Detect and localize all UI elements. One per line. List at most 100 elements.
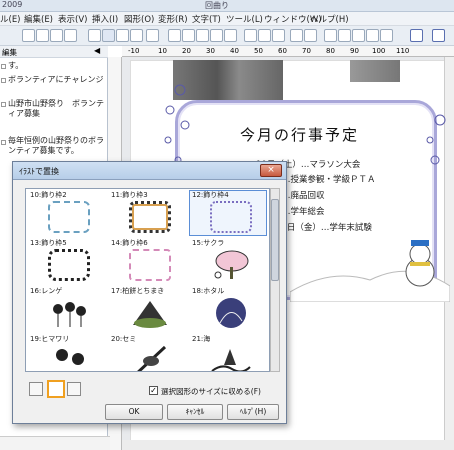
event-line[interactable]: 26日（金）…学年末試験 bbox=[276, 221, 372, 233]
illustration-item[interactable]: 19:ヒマワリ bbox=[28, 333, 106, 371]
illustration-item[interactable]: 14:飾り枠6 bbox=[109, 237, 187, 285]
dialog-title-bar[interactable]: ｲﾗｽﾄで置換 × bbox=[13, 162, 286, 180]
cut-icon[interactable] bbox=[244, 29, 257, 42]
undo-icon[interactable] bbox=[290, 29, 303, 42]
illustration-item[interactable]: 21:海 bbox=[190, 333, 268, 371]
print-icon[interactable] bbox=[210, 29, 223, 42]
bullet-icon bbox=[1, 78, 6, 83]
toolbar-button-8[interactable] bbox=[130, 29, 143, 42]
outline-item[interactable]: す。 bbox=[8, 61, 104, 71]
item-label: 20:セミ bbox=[111, 335, 137, 343]
item-label: 19:ヒマワリ bbox=[30, 335, 70, 343]
pointer-tool-icon[interactable] bbox=[432, 29, 445, 42]
item-label: 13:飾り枠5 bbox=[30, 239, 67, 247]
toolbar-button-2[interactable] bbox=[36, 29, 49, 42]
menu-file[interactable]: ル(E) bbox=[0, 13, 21, 25]
ruler-tick: 60 bbox=[278, 47, 287, 55]
frame-thumbnail bbox=[129, 201, 171, 233]
illustration-item[interactable]: 11:飾り枠3 bbox=[109, 189, 187, 237]
item-label: 16:レンゲ bbox=[30, 287, 63, 295]
scrollbar-thumb[interactable] bbox=[271, 199, 279, 281]
menu-transform[interactable]: 変形(R) bbox=[158, 13, 188, 25]
illustration-item[interactable]: 13:飾り枠5 bbox=[28, 237, 106, 285]
fit-size-checkbox[interactable]: ✓ bbox=[149, 386, 158, 395]
horizontal-scrollbar[interactable] bbox=[122, 440, 454, 450]
redo-icon[interactable] bbox=[304, 29, 317, 42]
kashiwamochi-thumbnail bbox=[133, 301, 167, 328]
toolbar-button-1[interactable] bbox=[22, 29, 35, 42]
item-label: 12:飾り枠4 bbox=[192, 191, 229, 199]
table-icon[interactable] bbox=[324, 29, 337, 42]
document-title: 回曲り bbox=[205, 1, 229, 10]
item-label: 17:柏餅とちまき bbox=[111, 287, 165, 295]
menu-help[interactable]: ヘルプ(H) bbox=[310, 13, 349, 25]
cancel-button[interactable]: ｷｬﾝｾﾙ bbox=[167, 404, 223, 420]
renge-thumbnail bbox=[53, 302, 86, 327]
ruler-tick: 90 bbox=[350, 47, 359, 55]
ruler-tick: 20 bbox=[182, 47, 191, 55]
dialog-title: ｲﾗｽﾄで置換 bbox=[19, 167, 59, 176]
help-button[interactable]: ﾍﾙﾌﾟ(H) bbox=[227, 404, 279, 420]
ok-button[interactable]: OK bbox=[105, 404, 163, 420]
ruler-tick: 40 bbox=[230, 47, 239, 55]
search-illustration-icon[interactable] bbox=[47, 380, 65, 398]
preview-icon[interactable] bbox=[224, 29, 237, 42]
ruler-tick: 10 bbox=[158, 47, 167, 55]
star-icon[interactable] bbox=[67, 382, 81, 396]
zoom-icon[interactable] bbox=[380, 29, 393, 42]
collapse-arrow-icon[interactable]: ◀ bbox=[94, 46, 100, 55]
ruler-tick: -10 bbox=[128, 47, 140, 55]
menu-insert[interactable]: 挿入(I) bbox=[92, 13, 118, 25]
event-line[interactable]: …廃品回収 bbox=[282, 189, 325, 201]
toolbar-button-3[interactable] bbox=[50, 29, 63, 42]
outline-item[interactable]: 山野市山野祭り ボランティア募集 bbox=[8, 99, 104, 119]
outline-item[interactable]: 毎年恒例の山野祭りのボランティア募集です。 bbox=[8, 136, 104, 156]
picture-icon[interactable] bbox=[352, 29, 365, 42]
close-icon[interactable]: × bbox=[260, 164, 282, 177]
ruler-tick: 100 bbox=[372, 47, 386, 55]
grid-scrollbar[interactable] bbox=[270, 188, 280, 372]
new-document-icon[interactable] bbox=[168, 29, 181, 42]
ruler-tick: 70 bbox=[302, 47, 311, 55]
grid-icon[interactable] bbox=[338, 29, 351, 42]
outline-item[interactable]: ボランティアにチャレンジ bbox=[8, 75, 104, 85]
toolbar-button-7[interactable] bbox=[116, 29, 129, 42]
snowman-illustration[interactable] bbox=[290, 240, 450, 302]
event-line[interactable]: …授業参観・学級ＰＴＡ bbox=[282, 173, 376, 185]
sea-thumbnail bbox=[211, 349, 251, 371]
ruler-tick: 50 bbox=[254, 47, 263, 55]
open-folder-icon[interactable] bbox=[182, 29, 195, 42]
toolbar-button-5[interactable] bbox=[88, 29, 101, 42]
list-view-icon[interactable] bbox=[29, 382, 43, 396]
document-heading[interactable]: 今月の行事予定 bbox=[240, 124, 359, 145]
pen-tool-icon[interactable] bbox=[410, 29, 423, 42]
outline-pane-title: 編集 bbox=[2, 48, 17, 57]
menu-tools[interactable]: ツール(L) bbox=[226, 13, 263, 25]
illustration-grid[interactable]: 10:飾り枠2 11:飾り枠3 12:飾り枠4 13:飾り枠5 14:飾り枠6 … bbox=[25, 188, 270, 372]
toolbar-button-6[interactable] bbox=[102, 29, 115, 42]
bullet-icon bbox=[1, 64, 6, 69]
illustration-item[interactable]: 12:飾り枠4 bbox=[190, 189, 268, 237]
menu-text[interactable]: 文字(T) bbox=[192, 13, 221, 25]
menu-view[interactable]: 表示(V) bbox=[58, 13, 87, 25]
illustration-item[interactable]: 18:ホタル bbox=[190, 285, 268, 333]
illustration-item[interactable]: 17:柏餅とちまき bbox=[109, 285, 187, 333]
copy-icon[interactable] bbox=[258, 29, 271, 42]
text-icon[interactable] bbox=[366, 29, 379, 42]
menu-edit[interactable]: 編集(E) bbox=[24, 13, 53, 25]
illustration-item[interactable]: 20:セミ bbox=[109, 333, 187, 371]
sunflower-thumbnail bbox=[56, 349, 84, 365]
toolbar-button-9[interactable] bbox=[146, 29, 159, 42]
illustration-item[interactable]: 15:サクラ bbox=[190, 237, 268, 285]
cicada-thumbnail bbox=[137, 345, 167, 371]
paste-icon[interactable] bbox=[272, 29, 285, 42]
illustration-item[interactable]: 10:飾り枠2 bbox=[28, 189, 106, 237]
sakura-thumbnail bbox=[214, 250, 249, 279]
toolbar-button-4[interactable] bbox=[64, 29, 77, 42]
photo-image[interactable] bbox=[350, 60, 400, 82]
illustration-item[interactable]: 16:レンゲ bbox=[28, 285, 106, 333]
event-line[interactable]: …学年総会 bbox=[282, 205, 325, 217]
menu-shape[interactable]: 図形(O) bbox=[124, 13, 154, 25]
ruler-tick: 110 bbox=[396, 47, 410, 55]
save-icon[interactable] bbox=[196, 29, 209, 42]
